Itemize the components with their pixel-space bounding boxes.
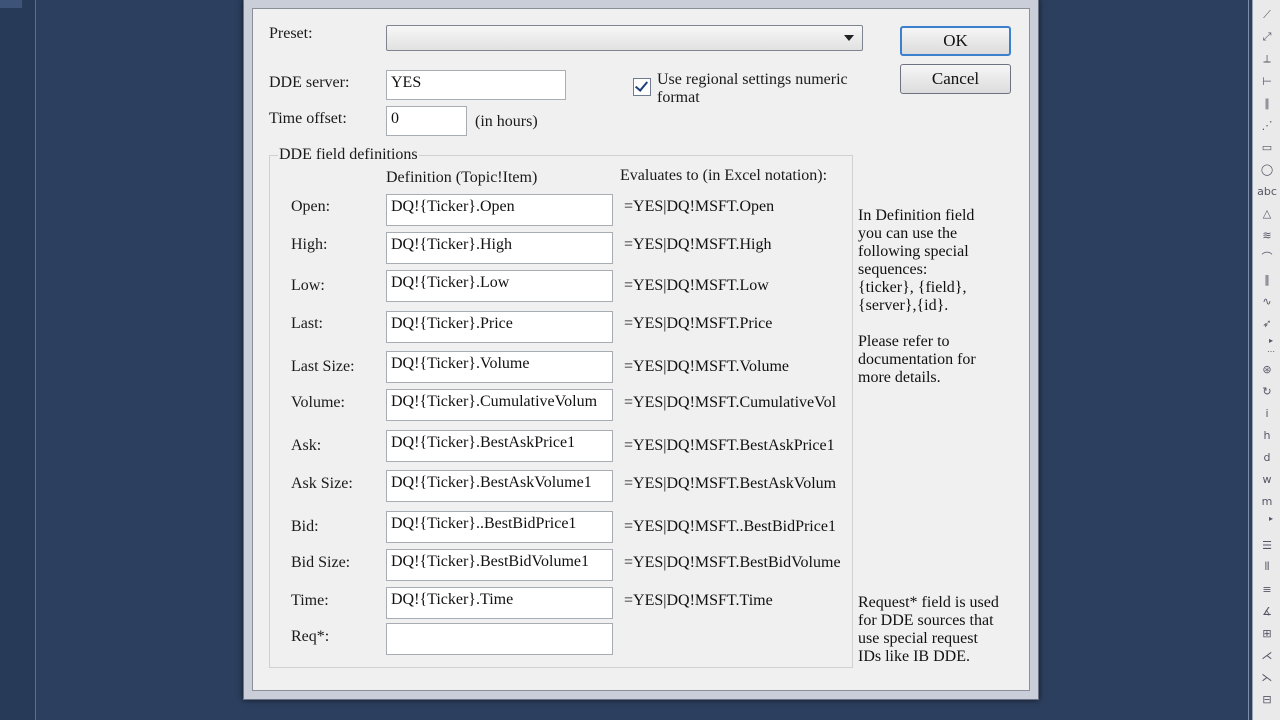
definition-input[interactable]: DQ!{Ticker}.BestAskVolume1 bbox=[386, 470, 613, 502]
field-label: Last: bbox=[291, 315, 323, 332]
time-offset-unit: (in hours) bbox=[475, 113, 538, 130]
field-label: Bid: bbox=[291, 518, 319, 535]
evaluates-column-header: Evaluates to (in Excel notation): bbox=[620, 167, 828, 184]
field-label: Open: bbox=[291, 198, 331, 215]
dde-server-field[interactable]: YES bbox=[386, 70, 566, 100]
cancel-button[interactable]: Cancel bbox=[900, 64, 1011, 94]
line-icon[interactable]: ⟋ bbox=[1257, 5, 1277, 25]
definition-input[interactable]: DQ!{Ticker}.Time bbox=[386, 587, 613, 619]
field-label: Bid Size: bbox=[291, 554, 351, 571]
horizontal-line-icon[interactable]: ⊢ bbox=[1257, 71, 1277, 91]
regional-settings-checkbox[interactable] bbox=[633, 78, 651, 96]
field-label: Ask: bbox=[291, 437, 322, 454]
fib-ext-icon[interactable]: ≡ bbox=[1257, 579, 1277, 599]
definition-input[interactable]: DQ!{Ticker}.Open bbox=[386, 194, 613, 226]
evaluates-value: =YES|DQ!MSFT.Price bbox=[624, 315, 773, 332]
field-label: Volume: bbox=[291, 394, 345, 411]
expand-icon[interactable]: ▸ bbox=[1261, 513, 1280, 523]
expand-icon[interactable]: ▸ bbox=[1261, 335, 1280, 345]
fib-time-icon[interactable]: ⦀ bbox=[1257, 557, 1277, 577]
chevron-down-icon bbox=[844, 35, 854, 41]
d-icon[interactable]: d bbox=[1257, 447, 1277, 467]
panel-divider bbox=[35, 0, 36, 720]
field-label: Time: bbox=[291, 592, 329, 609]
arrow-icon[interactable]: ➶ bbox=[1257, 313, 1277, 333]
ellipse-icon[interactable]: ◯ bbox=[1257, 159, 1277, 179]
parallel-lines-icon[interactable]: ∥ bbox=[1257, 93, 1277, 113]
definition-input[interactable]: DQ!{Ticker}.Volume bbox=[386, 351, 613, 383]
definition-input[interactable]: DQ!{Ticker}.Price bbox=[386, 311, 613, 343]
regional-settings-label: Use regional settings numeric format bbox=[657, 71, 848, 106]
drawing-toolbar: ⟋ ⤢ ⟂ ⊢ ∥ ⋰ ▭ ◯ abc △ ≋ ⌒ ‖ ∿ ➶ ▸ ⋯ ⊛ ↻ i h d w m ▸ ☰ ⦀ ≡ ∡ ⊞ ⋌ ⋋ ⊟ bbox=[1252, 0, 1280, 720]
evaluates-value: =YES|DQ!MSFT.Low bbox=[624, 277, 769, 294]
polyline-icon[interactable]: ∿ bbox=[1257, 291, 1277, 311]
ray-icon[interactable]: ⤢ bbox=[1257, 27, 1277, 47]
more-icon[interactable]: ⋯ bbox=[1261, 346, 1280, 356]
request-help-note: Request* field is used for DDE sources t… bbox=[858, 594, 999, 665]
andrews-icon[interactable]: ⋌ bbox=[1257, 645, 1277, 665]
evaluates-value: =YES|DQ!MSFT.BestBidVolume bbox=[624, 554, 841, 571]
vertical-line-icon[interactable]: ⟂ bbox=[1257, 49, 1277, 69]
evaluates-value: =YES|DQ!MSFT.BestAskPrice1 bbox=[624, 437, 835, 454]
definition-column-header: Definition (Topic!Item) bbox=[386, 169, 538, 186]
h-icon[interactable]: h bbox=[1257, 425, 1277, 445]
w-icon[interactable]: w bbox=[1257, 469, 1277, 489]
evaluates-value: =YES|DQ!MSFT..BestBidPrice1 bbox=[624, 518, 836, 535]
field-label: High: bbox=[291, 236, 328, 253]
arc-icon[interactable]: ⌒ bbox=[1257, 247, 1277, 267]
evaluates-value: =YES|DQ!MSFT.Time bbox=[624, 592, 773, 609]
time-offset-label: Time offset: bbox=[269, 110, 347, 127]
fib-retrace-icon[interactable]: ☰ bbox=[1257, 535, 1277, 555]
field-label: Last Size: bbox=[291, 358, 355, 375]
definition-input[interactable]: DQ!{Ticker}.BestAskPrice1 bbox=[386, 430, 613, 462]
definition-input[interactable]: DQ!{Ticker}.CumulativeVolum bbox=[386, 389, 613, 421]
workspace-left-panel bbox=[0, 0, 36, 720]
dde-server-label: DDE server: bbox=[269, 74, 350, 91]
fib-circle-icon[interactable]: ⊛ bbox=[1257, 359, 1277, 379]
evaluates-value: =YES|DQ!MSFT.BestAskVolum bbox=[624, 475, 837, 492]
evaluates-value: =YES|DQ!MSFT.Volume bbox=[624, 358, 789, 375]
definition-input[interactable]: DQ!{Ticker}.BestBidVolume1 bbox=[386, 549, 613, 581]
field-label: Low: bbox=[291, 277, 325, 294]
evaluates-value: =YES|DQ!MSFT.Open bbox=[624, 198, 775, 215]
definition-input[interactable]: DQ!{Ticker}.High bbox=[386, 232, 613, 264]
definition-input[interactable]: DQ!{Ticker}..BestBidPrice1 bbox=[386, 511, 613, 543]
left-panel-tab[interactable] bbox=[0, 0, 22, 8]
ok-button[interactable]: OK bbox=[900, 26, 1011, 56]
m-icon[interactable]: m bbox=[1257, 491, 1277, 511]
triangle-icon[interactable]: △ bbox=[1257, 203, 1277, 223]
definition-input[interactable] bbox=[386, 623, 613, 655]
gann-grid-icon[interactable]: ⊞ bbox=[1257, 623, 1277, 643]
definition-input[interactable]: DQ!{Ticker}.Low bbox=[386, 270, 613, 302]
group-title: DDE field definitions bbox=[278, 146, 419, 164]
field-label: Ask Size: bbox=[291, 475, 353, 492]
i-icon[interactable]: i bbox=[1257, 403, 1277, 423]
evaluates-value: =YES|DQ!MSFT.High bbox=[624, 236, 772, 253]
preset-dropdown[interactable] bbox=[386, 25, 863, 51]
preset-label: Preset: bbox=[269, 25, 313, 42]
regression-icon[interactable]: ⊟ bbox=[1257, 689, 1277, 709]
text-icon[interactable]: abc bbox=[1257, 181, 1277, 201]
gann-fan-icon[interactable]: ∡ bbox=[1257, 601, 1277, 621]
definition-help-note: In Definition field you can use the foll… bbox=[858, 207, 976, 386]
time-offset-field[interactable]: 0 bbox=[386, 106, 467, 136]
chart-right-edge bbox=[1248, 0, 1249, 720]
fan-icon[interactable]: ⋰ bbox=[1257, 115, 1277, 135]
zigzag-icon[interactable]: ≋ bbox=[1257, 225, 1277, 245]
rectangle-icon[interactable]: ▭ bbox=[1257, 137, 1277, 157]
field-label: Req*: bbox=[291, 628, 330, 645]
speed-lines-icon[interactable]: ⋋ bbox=[1257, 667, 1277, 687]
evaluates-value: =YES|DQ!MSFT.CumulativeVol bbox=[624, 394, 837, 411]
checkmark-icon bbox=[634, 78, 649, 92]
cycle-lines-icon[interactable]: ‖ bbox=[1257, 269, 1277, 289]
fib-spiral-icon[interactable]: ↻ bbox=[1257, 381, 1277, 401]
